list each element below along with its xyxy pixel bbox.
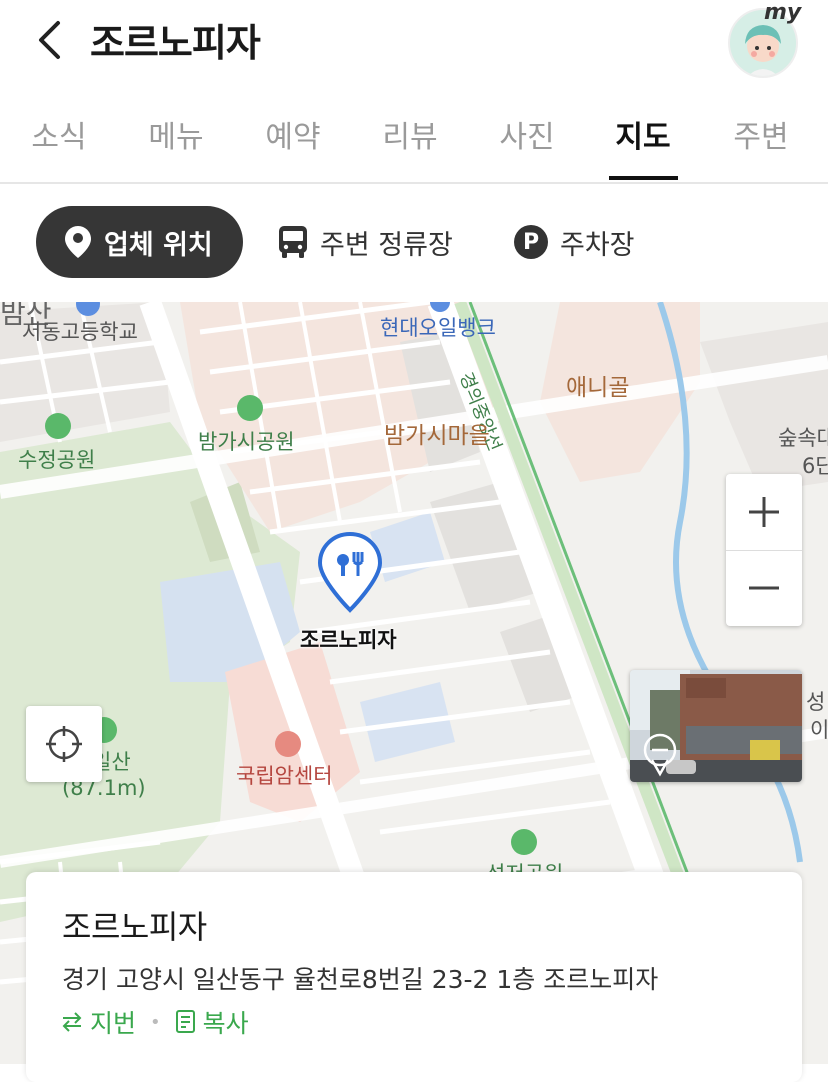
- tab-reviews[interactable]: 리뷰: [365, 112, 455, 156]
- map-label-school: 저동고등학교: [22, 320, 138, 344]
- tab-bar: 소식 메뉴 예약 리뷰 사진 지도 주변: [0, 100, 828, 184]
- map-label-right-edge-2: 6단: [802, 454, 828, 478]
- place-info-card: 조르노피자 경기 고양시 일산동구 율천로8번길 23-2 1층 조르노피자 지…: [26, 872, 802, 1082]
- place-name: 조르노피자: [62, 908, 207, 946]
- roadview-thumbnail[interactable]: [630, 670, 802, 782]
- tab-map[interactable]: 지도: [598, 112, 688, 156]
- map-label-hospital: 국립암센터: [236, 764, 333, 788]
- parking-chip[interactable]: P 주차장: [514, 206, 635, 278]
- chevron-left-icon: [39, 21, 60, 59]
- place-address: 경기 고양시 일산동구 율천로8번길 23-2 1층 조르노피자: [62, 965, 659, 994]
- active-tab-indicator: [609, 176, 678, 180]
- map-pin-icon: [64, 225, 92, 259]
- pin-label: 조르노피자: [300, 628, 397, 652]
- back-button[interactable]: [30, 18, 70, 62]
- parking-chip-label: 주차장: [560, 229, 635, 261]
- tab-menu[interactable]: 메뉴: [131, 112, 221, 156]
- jibun-button[interactable]: 지번: [60, 1004, 136, 1040]
- my-label: my: [764, 0, 802, 25]
- plus-icon: [749, 497, 779, 527]
- copy-button[interactable]: 복사: [175, 1004, 249, 1040]
- bus-stop-chip-label: 주변 정류장: [320, 229, 453, 261]
- tab-news[interactable]: 소식: [14, 112, 104, 156]
- map-label-park-sujeong: 수정공원: [18, 448, 96, 472]
- crosshair-icon: [46, 726, 82, 762]
- location-chip-label: 업체 위치: [104, 229, 213, 261]
- locate-button[interactable]: [26, 706, 102, 782]
- address-actions: 지번 • 복사: [60, 1004, 249, 1040]
- map-label-right-edge-1: 숲속대: [778, 426, 828, 450]
- zoom-in-button[interactable]: [726, 474, 802, 550]
- zoom-out-button[interactable]: [726, 550, 802, 626]
- bus-stop-chip[interactable]: 주변 정류장: [278, 206, 453, 278]
- tab-nearby[interactable]: 주변: [716, 112, 806, 156]
- separator-dot: •: [150, 1011, 161, 1033]
- page-title: 조르노피자: [90, 21, 261, 65]
- map-label-village: 밤가시마을: [384, 423, 490, 449]
- swap-icon: [60, 1011, 84, 1033]
- bus-icon: [278, 225, 308, 259]
- jibun-label: 지번: [90, 1009, 137, 1038]
- header: 조르노피자 my: [0, 0, 828, 90]
- map-label-anigol: 애니골: [566, 375, 630, 401]
- minus-icon: [749, 586, 779, 590]
- roadview-image: [630, 670, 802, 782]
- map-label-bank: 현대오일뱅크: [380, 316, 496, 340]
- tab-reservation[interactable]: 예약: [248, 112, 338, 156]
- map-filter-bar: 업체 위치 주변 정류장 P 주차장: [0, 184, 828, 302]
- tab-photos[interactable]: 사진: [482, 112, 572, 156]
- map-label-right-edge-4: 이: [810, 718, 828, 742]
- copy-label: 복사: [202, 1009, 249, 1038]
- location-chip[interactable]: 업체 위치: [36, 206, 243, 278]
- copy-icon: [175, 1009, 197, 1035]
- parking-badge: P: [514, 225, 548, 259]
- map-label-right-edge-3: 성: [806, 690, 826, 714]
- parking-icon: P: [514, 225, 548, 259]
- zoom-control: [726, 474, 802, 626]
- map-label-park-bamgasi: 밤가시공원: [198, 430, 295, 454]
